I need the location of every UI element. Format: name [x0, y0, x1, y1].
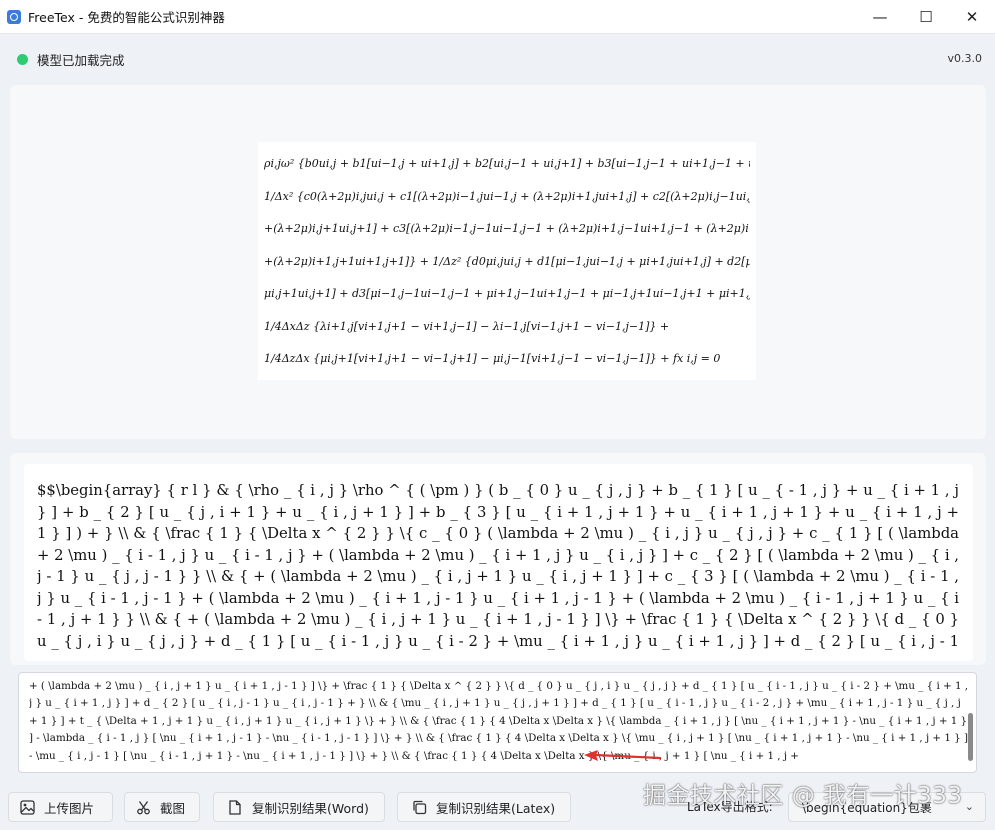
status-dot-icon — [17, 54, 28, 65]
image-icon — [19, 799, 35, 815]
minimize-button[interactable]: — — [857, 0, 903, 34]
title-bar: FreeTex - 免费的智能公式识别神器 — ☐ ✕ — [0, 0, 995, 34]
formula-image: ρi,jω² {b0ui,j + b1[ui−1,j + ui+1,j] + b… — [258, 142, 756, 380]
formula-line: 1/4ΔzΔx {μi,j+1[vi+1,j+1 − vi−1,j+1] − μ… — [264, 352, 721, 365]
latex-preview-card[interactable]: $$\begin{array} { r l } & { \rho _ { i ,… — [24, 464, 973, 661]
editor-scrollbar[interactable] — [968, 713, 973, 761]
window-title: FreeTex - 免费的智能公式识别神器 — [28, 10, 225, 25]
copy-word-label: 复制识别结果(Word) — [252, 800, 369, 816]
copy-latex-label: 复制识别结果(Latex) — [436, 800, 556, 816]
watermark: 掘金技术社区 @ 我有一计333 — [643, 783, 963, 809]
screenshot-button[interactable]: 截图 — [124, 792, 200, 822]
formula-line: +(λ+2μ)i+1,j+1ui+1,j+1]} + 1/Δz² {d0μi,j… — [264, 254, 750, 268]
formula-line: 1/Δx² {c0(λ+2μ)i,jui,j + c1[(λ+2μ)i−1,ju… — [264, 189, 750, 203]
image-preview-panel: ρi,jω² {b0ui,j + b1[ui−1,j + ui+1,j] + b… — [10, 85, 986, 439]
copy-icon — [411, 799, 427, 815]
latex-editor[interactable]: + ( \lambda + 2 \mu ) _ { i , j + 1 } u … — [18, 672, 977, 773]
red-arrow-annotation — [584, 750, 662, 761]
window-controls: — ☐ ✕ — [857, 0, 995, 34]
status-text: 模型已加载完成 — [37, 53, 125, 68]
scissors-icon — [135, 799, 151, 815]
close-button[interactable]: ✕ — [949, 0, 995, 34]
model-status: 模型已加载完成 — [17, 50, 125, 69]
app-icon — [7, 9, 21, 24]
chevron-down-icon: ⌄ — [964, 800, 974, 813]
latex-preview-panel: $$\begin{array} { r l } & { \rho _ { i ,… — [10, 453, 986, 665]
screenshot-label: 截图 — [160, 800, 186, 816]
upload-image-button[interactable]: 上传图片 — [8, 792, 113, 822]
upload-image-label: 上传图片 — [44, 800, 95, 816]
maximize-button[interactable]: ☐ — [903, 0, 949, 34]
version-label: v0.3.0 — [947, 52, 983, 65]
formula-line: 1/4ΔxΔz {λi+1,j[vi+1,j+1 − vi+1,j−1] − λ… — [264, 319, 670, 333]
formula-line: ρi,jω² {b0ui,j + b1[ui−1,j + ui+1,j] + b… — [264, 157, 750, 170]
formula-line: +(λ+2μ)i,j+1ui,j+1] + c3[(λ+2μ)i−1,j−1ui… — [264, 222, 750, 235]
copy-word-button[interactable]: 复制识别结果(Word) — [213, 792, 385, 822]
latex-editor-text[interactable]: + ( \lambda + 2 \mu ) _ { i , j + 1 } u … — [29, 678, 969, 768]
formula-line: μi,j+1ui,j+1] + d3[μi−1,j−1ui−1,j−1 + μi… — [264, 287, 750, 300]
copy-latex-button[interactable]: 复制识别结果(Latex) — [397, 792, 571, 822]
latex-preview-text: $$\begin{array} { r l } & { \rho _ { i ,… — [37, 482, 959, 656]
document-icon — [227, 799, 243, 815]
